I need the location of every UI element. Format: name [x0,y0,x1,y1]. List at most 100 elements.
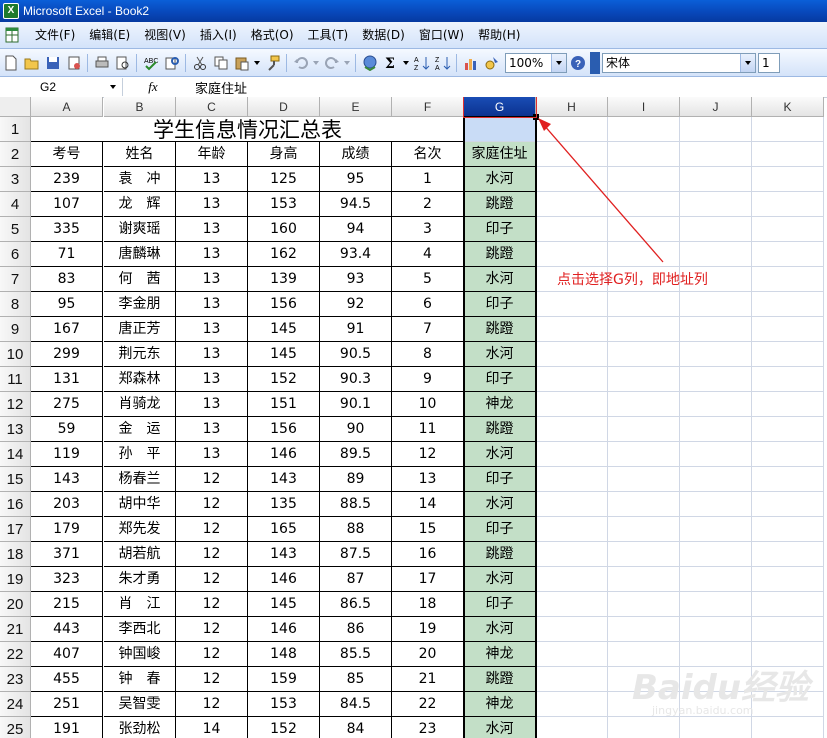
cell[interactable] [608,117,680,142]
cell[interactable] [680,567,752,592]
autosum-dropdown[interactable] [403,60,409,65]
cell[interactable]: 86.5 [320,592,392,617]
cell[interactable] [752,242,824,267]
cell[interactable] [536,292,608,317]
cell[interactable]: 印子 [464,367,536,392]
cell[interactable]: 13 [176,192,248,217]
cell[interactable]: 12 [176,642,248,667]
cell[interactable]: 131 [31,367,103,392]
cell[interactable]: 水河 [464,567,536,592]
row-header[interactable]: 25 [0,717,31,738]
row-header[interactable]: 20 [0,592,31,617]
cell[interactable]: 93.4 [320,242,392,267]
cell[interactable]: 11 [392,417,464,442]
column-header-e[interactable]: E [320,97,392,117]
cell[interactable]: 12 [176,667,248,692]
cell[interactable] [608,167,680,192]
cell[interactable] [680,592,752,617]
cell[interactable] [608,467,680,492]
cell[interactable]: 2 [392,192,464,217]
menu-edit[interactable]: 编辑(E) [82,23,137,47]
cell[interactable]: 13 [176,342,248,367]
spelling-icon[interactable]: ABC [141,53,160,72]
cell[interactable] [536,142,608,167]
cell[interactable]: 14 [176,717,248,738]
cell[interactable]: 12 [176,467,248,492]
cell[interactable]: 86 [320,617,392,642]
cell[interactable]: 91 [320,317,392,342]
row-header[interactable]: 24 [0,692,31,717]
cell[interactable]: 7 [392,317,464,342]
cell[interactable]: 146 [248,617,320,642]
cell[interactable]: 90 [320,417,392,442]
cell[interactable] [680,167,752,192]
row-header[interactable]: 16 [0,492,31,517]
cell[interactable] [752,317,824,342]
cell[interactable] [536,192,608,217]
cell[interactable]: 郑森林 [104,367,176,392]
header-cell[interactable]: 名次 [392,142,464,167]
cell[interactable]: 84.5 [320,692,392,717]
menu-file[interactable]: 文件(F) [28,23,82,47]
cell[interactable]: 何 茜 [104,267,176,292]
cell[interactable]: 神龙 [464,392,536,417]
cell[interactable]: 吴智雯 [104,692,176,717]
cell[interactable] [680,317,752,342]
row-header[interactable]: 19 [0,567,31,592]
cell[interactable] [608,292,680,317]
cell[interactable]: 12 [176,542,248,567]
cell[interactable] [752,342,824,367]
cell[interactable] [680,217,752,242]
cell[interactable] [608,192,680,217]
cell[interactable]: 8 [392,342,464,367]
cell[interactable]: 89.5 [320,442,392,467]
cell[interactable] [680,242,752,267]
cell[interactable] [608,667,680,692]
header-cell[interactable]: 成绩 [320,142,392,167]
column-header-f[interactable]: F [392,97,464,117]
cell[interactable]: 251 [31,692,103,717]
select-all-corner[interactable] [0,97,31,117]
menu-insert[interactable]: 插入(I) [193,23,244,47]
header-cell[interactable]: 年龄 [176,142,248,167]
fill-handle[interactable] [533,114,539,120]
cell[interactable] [680,442,752,467]
cell[interactable]: 水河 [464,442,536,467]
cell[interactable]: 13 [176,167,248,192]
cell[interactable]: 水河 [464,617,536,642]
row-header[interactable]: 11 [0,367,31,392]
cell[interactable]: 107 [31,192,103,217]
cell[interactable]: 275 [31,392,103,417]
cell[interactable]: 5 [392,267,464,292]
print-preview-icon[interactable] [113,53,132,72]
cell[interactable] [752,592,824,617]
cell[interactable]: 162 [248,242,320,267]
cell[interactable]: 谢爽瑶 [104,217,176,242]
cell[interactable] [536,442,608,467]
row-header[interactable]: 23 [0,667,31,692]
cell[interactable] [752,692,824,717]
cell[interactable]: 金 运 [104,417,176,442]
cell[interactable]: 94.5 [320,192,392,217]
cell[interactable] [752,642,824,667]
header-cell[interactable]: 姓名 [104,142,176,167]
cell[interactable]: 90.3 [320,367,392,392]
cell[interactable]: 165 [248,517,320,542]
cell[interactable]: 87 [320,567,392,592]
cell[interactable] [608,617,680,642]
cell[interactable] [680,417,752,442]
cell[interactable]: 203 [31,492,103,517]
toolbar-options-icon[interactable] [590,51,600,74]
cell[interactable] [752,492,824,517]
cell[interactable]: 299 [31,342,103,367]
cell[interactable]: 印子 [464,467,536,492]
cell[interactable]: 12 [176,592,248,617]
cell[interactable] [680,542,752,567]
cell[interactable] [752,417,824,442]
cell[interactable]: 13 [176,442,248,467]
cell[interactable] [680,667,752,692]
cell[interactable] [536,467,608,492]
open-icon[interactable] [22,53,41,72]
cell[interactable]: 143 [31,467,103,492]
cell[interactable] [608,692,680,717]
